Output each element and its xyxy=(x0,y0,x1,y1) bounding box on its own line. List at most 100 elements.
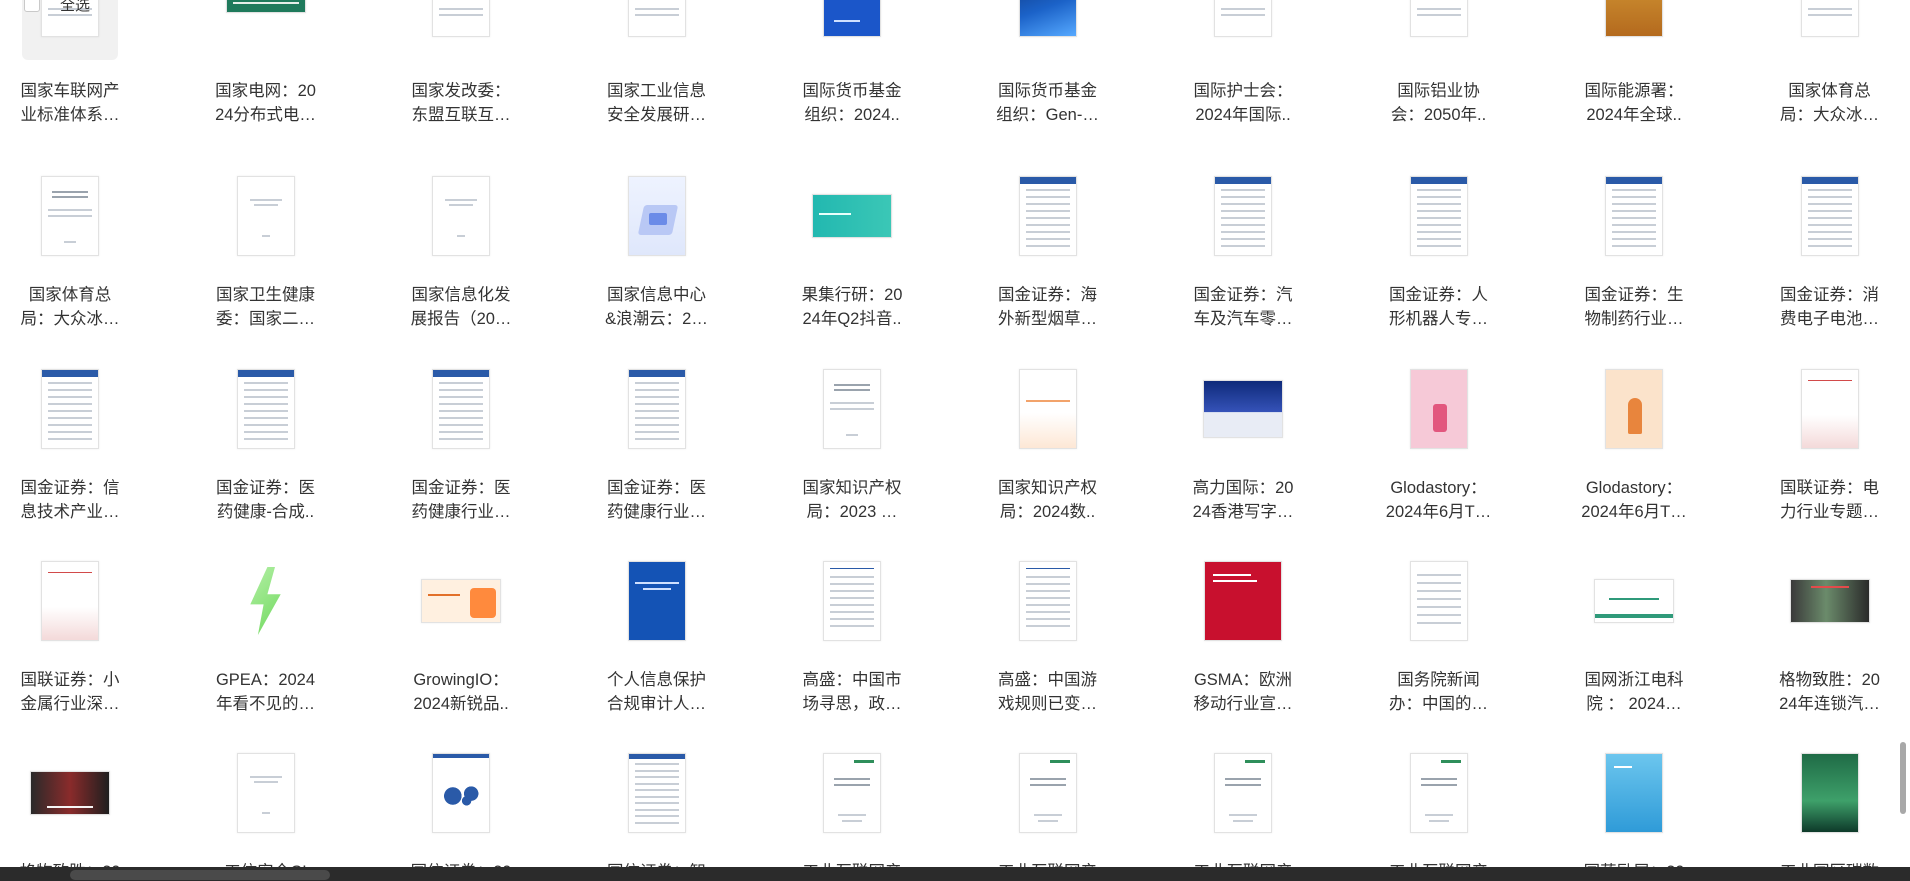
file-item[interactable]: 国金证券：汽 车及汽车零… xyxy=(1155,168,1331,343)
file-item[interactable]: 果集行研：20 24年Q2抖音.. xyxy=(764,168,940,343)
file-item[interactable]: 高盛：中国市 场寻思，政… xyxy=(764,553,940,728)
file-name[interactable]: 格物致胜：20 24年连锁汽… xyxy=(1744,668,1896,716)
file-thumbnail[interactable] xyxy=(218,168,314,264)
file-name[interactable]: 国家发改委： 东盟互联互… xyxy=(375,79,547,127)
file-item[interactable]: 工信安全CI xyxy=(178,745,354,881)
file-item[interactable]: Glodastory： 2024年6月T… xyxy=(1546,361,1722,536)
file-thumbnail[interactable] xyxy=(1195,168,1291,264)
file-thumbnail[interactable] xyxy=(1586,553,1682,649)
file-item[interactable]: 国信证券：智 xyxy=(569,745,745,881)
file-thumbnail[interactable] xyxy=(609,361,705,457)
file-item[interactable]: GPEA：2024 年看不见的… xyxy=(178,553,354,728)
file-name[interactable]: 国金证券：信 息技术产业… xyxy=(0,476,156,524)
select-all-checkbox[interactable] xyxy=(24,0,40,12)
scrollbar-thumb[interactable] xyxy=(1900,742,1906,814)
file-name[interactable]: 高盛：中国市 场寻思，政… xyxy=(766,668,938,716)
file-name[interactable]: 国家电网：20 24分布式电… xyxy=(180,79,352,127)
file-name[interactable]: 国家体育总 局：大众冰… xyxy=(1744,79,1896,127)
file-item[interactable]: 国网浙江电科 院 ： 2024… xyxy=(1546,553,1722,728)
file-thumbnail[interactable] xyxy=(413,361,509,457)
file-thumbnail[interactable] xyxy=(804,361,900,457)
file-item[interactable]: Glodastory： 2024年6月T… xyxy=(1351,361,1527,536)
file-item[interactable]: 国家体育总 局：大众冰… xyxy=(0,168,158,343)
file-item[interactable]: 国金证券：医 药健康行业… xyxy=(373,361,549,536)
file-name[interactable]: 国家知识产权 局：2024数.. xyxy=(962,476,1134,524)
file-thumbnail[interactable] xyxy=(1000,745,1096,841)
select-all-label[interactable]: 全选 xyxy=(60,0,90,15)
file-item[interactable]: 国际货币基金 组织：Gen-… xyxy=(960,0,1136,139)
file-thumbnail[interactable] xyxy=(1586,745,1682,841)
file-item[interactable]: 高力国际：20 24香港写字… xyxy=(1155,361,1331,536)
file-item[interactable]: 国金证券：消 费电子电池… xyxy=(1742,168,1896,343)
file-thumbnail[interactable] xyxy=(22,745,118,841)
file-name[interactable]: 国金证券：人 形机器人专… xyxy=(1353,283,1525,331)
file-name[interactable]: 国际货币基金 组织：2024.. xyxy=(766,79,938,127)
file-thumbnail[interactable] xyxy=(218,553,314,649)
file-name[interactable]: 国家知识产权 局：2023 … xyxy=(766,476,938,524)
file-name[interactable]: 国金证券：医 药健康行业… xyxy=(375,476,547,524)
file-name[interactable]: Glodastory： 2024年6月T… xyxy=(1353,476,1525,524)
file-name[interactable]: 国联证券：电 力行业专题… xyxy=(1744,476,1896,524)
file-item[interactable]: GrowingIO： 2024新锐品.. xyxy=(373,553,549,728)
file-name[interactable]: 国家信息中心 &浪潮云：2… xyxy=(571,283,743,331)
file-item[interactable]: 国家工业信息 安全发展研… xyxy=(569,0,745,139)
file-item[interactable]: 格物致胜：20 xyxy=(0,745,158,881)
file-thumbnail[interactable] xyxy=(1195,553,1291,649)
file-name[interactable]: GrowingIO： 2024新锐品.. xyxy=(375,668,547,716)
file-thumbnail[interactable] xyxy=(1000,168,1096,264)
file-name[interactable]: 高盛：中国游 戏规则已变… xyxy=(962,668,1134,716)
file-name[interactable]: 国家工业信息 安全发展研… xyxy=(571,79,743,127)
file-item[interactable]: 国金证券：生 物制药行业… xyxy=(1546,168,1722,343)
file-name[interactable]: 国联证券：小 金属行业深… xyxy=(0,668,156,716)
file-name[interactable]: 国务院新闻 办：中国的… xyxy=(1353,668,1525,716)
file-item[interactable]: 国家体育总 局：大众冰… xyxy=(1742,0,1896,139)
file-thumbnail[interactable] xyxy=(609,745,705,841)
file-item[interactable]: 国金证券：医 药健康行业… xyxy=(569,361,745,536)
file-item[interactable]: 国药励展：20 xyxy=(1546,745,1722,881)
file-item[interactable]: 工业互联网产 xyxy=(960,745,1136,881)
file-name[interactable]: 国金证券：医 药健康行业… xyxy=(571,476,743,524)
file-item[interactable]: 工业互联网产 xyxy=(1351,745,1527,881)
file-item[interactable]: 国家知识产权 局：2023 … xyxy=(764,361,940,536)
file-name[interactable]: 国金证券：汽 车及汽车零… xyxy=(1157,283,1329,331)
file-item[interactable]: 国家卫生健康 委：国家二… xyxy=(178,168,354,343)
file-thumbnail[interactable] xyxy=(1782,168,1878,264)
file-thumbnail[interactable] xyxy=(1391,168,1487,264)
file-name[interactable]: 国金证券：消 费电子电池… xyxy=(1744,283,1896,331)
file-thumbnail[interactable] xyxy=(1586,168,1682,264)
file-item[interactable]: 工业互联网产 xyxy=(764,745,940,881)
file-item[interactable]: 国金证券：医 药健康-合成.. xyxy=(178,361,354,536)
file-thumbnail[interactable] xyxy=(22,553,118,649)
file-thumbnail[interactable] xyxy=(609,553,705,649)
file-name[interactable]: 国网浙江电科 院 ： 2024… xyxy=(1548,668,1720,716)
file-item[interactable]: 工业园区碳数 xyxy=(1742,745,1896,881)
file-name[interactable]: 国金证券：生 物制药行业… xyxy=(1548,283,1720,331)
file-name[interactable]: 国金证券：医 药健康-合成.. xyxy=(180,476,352,524)
file-thumbnail[interactable] xyxy=(804,168,900,264)
file-item[interactable]: 高盛：中国游 戏规则已变… xyxy=(960,553,1136,728)
file-thumbnail[interactable] xyxy=(22,168,118,264)
file-item[interactable]: 国金证券：信 息技术产业… xyxy=(0,361,158,536)
taskbar-item[interactable] xyxy=(70,870,330,880)
file-thumbnail[interactable] xyxy=(1782,745,1878,841)
file-item[interactable]: 国信证券：20 xyxy=(373,745,549,881)
file-item[interactable]: GSMA：欧洲 移动行业宣… xyxy=(1155,553,1331,728)
file-name[interactable]: 国金证券：海 外新型烟草… xyxy=(962,283,1134,331)
file-thumbnail[interactable] xyxy=(218,745,314,841)
file-thumbnail[interactable] xyxy=(413,168,509,264)
file-item[interactable]: 国家信息中心 &浪潮云：2… xyxy=(569,168,745,343)
file-thumbnail[interactable] xyxy=(1782,361,1878,457)
file-item[interactable]: 国家知识产权 局：2024数.. xyxy=(960,361,1136,536)
file-item[interactable]: 国际货币基金 组织：2024.. xyxy=(764,0,940,139)
file-name[interactable]: Glodastory： 2024年6月T… xyxy=(1548,476,1720,524)
file-thumbnail[interactable] xyxy=(413,553,509,649)
file-name[interactable]: 国际铝业协 会：2050年.. xyxy=(1353,79,1525,127)
file-name[interactable]: 高力国际：20 24香港写字… xyxy=(1157,476,1329,524)
file-thumbnail[interactable] xyxy=(1195,361,1291,457)
file-item[interactable]: 国际铝业协 会：2050年.. xyxy=(1351,0,1527,139)
file-item[interactable]: 国际护士会： 2024年国际.. xyxy=(1155,0,1331,139)
file-thumbnail[interactable] xyxy=(413,745,509,841)
file-item[interactable]: 国家电网：20 24分布式电… xyxy=(178,0,354,139)
file-thumbnail[interactable] xyxy=(609,168,705,264)
file-item[interactable]: 国务院新闻 办：中国的… xyxy=(1351,553,1527,728)
